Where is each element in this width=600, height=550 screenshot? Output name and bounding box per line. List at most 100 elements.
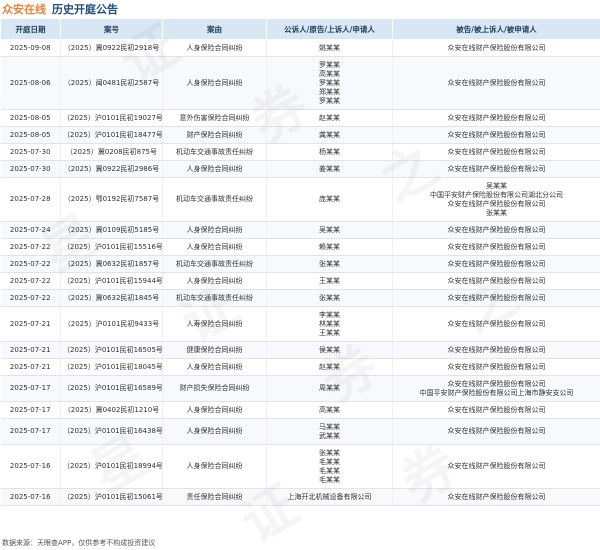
defendant-cell-entry: 众安在线财产保险股份有限公司 <box>447 345 546 354</box>
data-source-note: 数据来源：天眼查APP，仅供参考不构成投资建议 <box>2 539 156 547</box>
table-row: 2025-08-05 （2025）沪0101民初19027号 意外伤害保险合同纠纷 赵… <box>0 109 600 127</box>
hearing-date: 2025-07-22 <box>0 272 61 290</box>
plaintiff-cell-entry: 姜某某 <box>319 164 340 173</box>
hearing-date: 2025-07-22 <box>0 289 61 307</box>
case-number: （2025）沪0101民初15944号 <box>60 272 163 290</box>
case-cause: 财产保险合同纠纷 <box>162 126 267 144</box>
case-number: （2025）沪0101民初15516号 <box>60 238 163 256</box>
table-row: 2025-07-28 （2025）鄂0192民初7587号 机动车交通事故责任纠纷 庞… <box>0 177 600 222</box>
defendant-cell-entry: 众安在线财产保险股份有限公司 <box>447 199 546 208</box>
defendant-cell: 众安在线财产保险股份有限公司 <box>392 358 600 376</box>
case-number: （2025）沪0101民初18045号 <box>60 358 163 376</box>
defendant-cell-entry: 众安在线财产保险股份有限公司 <box>447 225 546 234</box>
hearing-date: 2025-08-06 <box>0 56 61 110</box>
table-row: 2025-07-22 （2025）冀0632民初1845号 机动车交通事故责任纠纷 张… <box>0 289 600 307</box>
plaintiff-cell: 姚某某 <box>266 39 393 57</box>
plaintiff-cell-entry: 武某某 <box>319 431 340 440</box>
plaintiff-cell: 罗某某 高某某 罗某某 郑某某 罗某某 <box>266 56 393 110</box>
plaintiff-cell-entry: 吴某某 <box>319 225 340 234</box>
hearing-date: 2025-07-30 <box>0 143 61 161</box>
defendant-cell-entry: 众安在线财产保险股份有限公司 <box>447 147 546 156</box>
company-name: 众安在线 <box>2 3 46 16</box>
table-row: 2025-08-05 （2025）沪0101民初18477号 财产保险合同纠纷 龚某某… <box>0 126 600 144</box>
column-header-cause: 案由 <box>162 18 267 40</box>
defendant-cell-entry: 众安在线财产保险股份有限公司 <box>447 276 546 285</box>
case-number: （2025）沪0101民初18994号 <box>60 444 163 489</box>
case-cause: 人身保险合同纠纷 <box>162 221 267 239</box>
plaintiff-cell: 赵某某 <box>266 109 393 127</box>
table-row: 2025-07-30 （2025）冀0922民初2986号 人身保险合同纠纷 姜某某 众… <box>0 160 600 178</box>
table-row: 2025-07-22 （2025）冀0632民初1857号 机动车交通事故责任纠纷 张… <box>0 255 600 273</box>
hearing-date: 2025-09-08 <box>0 39 61 57</box>
plaintiff-cell-entry: 赵某某 <box>319 362 340 371</box>
defendant-cell: 众安在线财产保险股份有限公司 <box>392 56 600 110</box>
plaintiff-cell: 马某某 武某某 <box>266 418 393 445</box>
defendant-cell: 众安在线财产保险股份有限公司 <box>392 143 600 161</box>
plaintiff-cell-entry: 王某某 <box>319 328 340 337</box>
plaintiff-cell: 王某某 <box>266 272 393 290</box>
plaintiff-cell-entry: 罗某某 <box>319 78 340 87</box>
defendant-cell-entry: 众安在线财产保险股份有限公司 <box>447 242 546 251</box>
table-row: 2025-07-30 （2025）冀0208民初875号 机动车交通事故责任纠纷 杨某… <box>0 143 600 161</box>
defendant-cell-entry: 众安在线财产保险股份有限公司 <box>447 379 546 388</box>
case-number: （2025）冀0632民初1857号 <box>60 255 163 273</box>
defendant-cell-entry: 吴某某 <box>486 181 507 190</box>
hearing-date: 2025-08-05 <box>0 126 61 144</box>
plaintiff-cell-entry: 龚某某 <box>319 130 340 139</box>
case-cause: 机动车交通事故责任纠纷 <box>162 177 267 222</box>
case-number: （2025）鄂0192民初7587号 <box>60 177 163 222</box>
table-row: 2025-07-21 （2025）沪0101民初18045号 人身保险合同纠纷 赵某某… <box>0 358 600 376</box>
plaintiff-cell: 庞某某 <box>266 177 393 222</box>
hearing-date: 2025-07-22 <box>0 255 61 273</box>
case-cause: 机动车交通事故责任纠纷 <box>162 143 267 161</box>
case-cause: 意外伤害保险合同纠纷 <box>162 109 267 127</box>
case-number: （2025）冀0922民初2918号 <box>60 39 163 57</box>
case-number: （2025）沪0101民初15061号 <box>60 488 163 506</box>
case-number: （2025）冀0208民初875号 <box>60 143 163 161</box>
column-header-case-no: 案号 <box>60 18 163 40</box>
page-header: 众安在线 历史开庭公告 <box>0 0 600 18</box>
defendant-cell-entry: 众安在线财产保险股份有限公司 <box>447 130 546 139</box>
defendant-cell-entry: 张某某 <box>486 208 507 217</box>
hearing-date: 2025-07-21 <box>0 341 61 359</box>
table-row: 2025-08-06 （2025）闽0481民初2587号 人身保险合同纠纷 罗某某高… <box>0 56 600 110</box>
plaintiff-cell-entry: 林某某 <box>319 319 340 328</box>
defendant-cell-entry: 众安在线财产保险股份有限公司 <box>447 462 546 470</box>
table-body: 2025-09-08 （2025）冀0922民初2918号 人身保险合同纠纷 姚某某众… <box>0 39 600 506</box>
defendant-cell: 众安在线财产保险股份有限公司 <box>392 221 600 239</box>
hearing-date: 2025-07-17 <box>0 375 61 402</box>
table-row: 2025-07-24 （2025）冀0109民初5185号 人身保险合同纠纷 吴某某 众… <box>0 221 600 239</box>
plaintiff-cell: 姜某某 <box>266 160 393 178</box>
defendant-cell: 众安在线财产保险股份有限公司 <box>392 126 600 144</box>
plaintiff-cell-entry: 杨某某 <box>319 147 340 156</box>
plaintiff-cell-entry: 张某某 <box>319 259 340 268</box>
column-header-plaintiff: 公诉人/原告/上诉人/申请人 <box>266 18 393 40</box>
case-number: （2025）沪0101民初18477号 <box>60 126 163 144</box>
defendant-cell-entry: 众安在线财产保险股份有限公司 <box>447 427 546 435</box>
defendant-cell-entry: 众安在线财产保险股份有限公司 <box>447 113 546 122</box>
case-cause: 机动车交通事故责任纠纷 <box>162 255 267 273</box>
case-number: （2025）冀0632民初1845号 <box>60 289 163 307</box>
hearing-date: 2025-07-17 <box>0 401 61 419</box>
column-header-date: 开庭日期 <box>0 18 61 40</box>
plaintiff-cell-entry: 张某某 <box>319 293 340 302</box>
case-number: （2025）冀0402民初1210号 <box>60 401 163 419</box>
plaintiff-cell: 赖某某 <box>266 238 393 256</box>
case-cause: 人身保险合同纠纷 <box>162 358 267 376</box>
case-cause: 机动车交通事故责任纠纷 <box>162 289 267 307</box>
defendant-cell: 众安在线财产保险股份有限公司 <box>392 255 600 273</box>
case-number: （2025）沪0101民初9433号 <box>60 306 163 342</box>
table-row: 2025-07-16 （2025）沪0101民初18994号 人身保险合同纠纷 张某某… <box>0 444 600 489</box>
defendant-cell: 众安在线财产保险股份有限公司 <box>392 306 600 342</box>
plaintiff-cell: 龚某某 <box>266 126 393 144</box>
defendant-cell: 众安在线财产保险股份有限公司 <box>392 109 600 127</box>
plaintiff-cell: 周某某 <box>266 375 393 402</box>
case-cause: 人身保险合同纠纷 <box>162 272 267 290</box>
defendant-cell-entry: 众安在线财产保险股份有限公司 <box>447 293 546 302</box>
defendant-cell: 众安在线财产保险股份有限公司 <box>392 289 600 307</box>
hearing-date: 2025-07-30 <box>0 160 61 178</box>
table-row: 2025-07-22 （2025）沪0101民初15944号 人身保险合同纠纷 王某某… <box>0 272 600 290</box>
hearing-date: 2025-07-21 <box>0 306 61 342</box>
case-cause: 人身保险合同纠纷 <box>162 39 267 57</box>
plaintiff-cell: 上海开北机械设备有限公司 <box>266 488 393 506</box>
